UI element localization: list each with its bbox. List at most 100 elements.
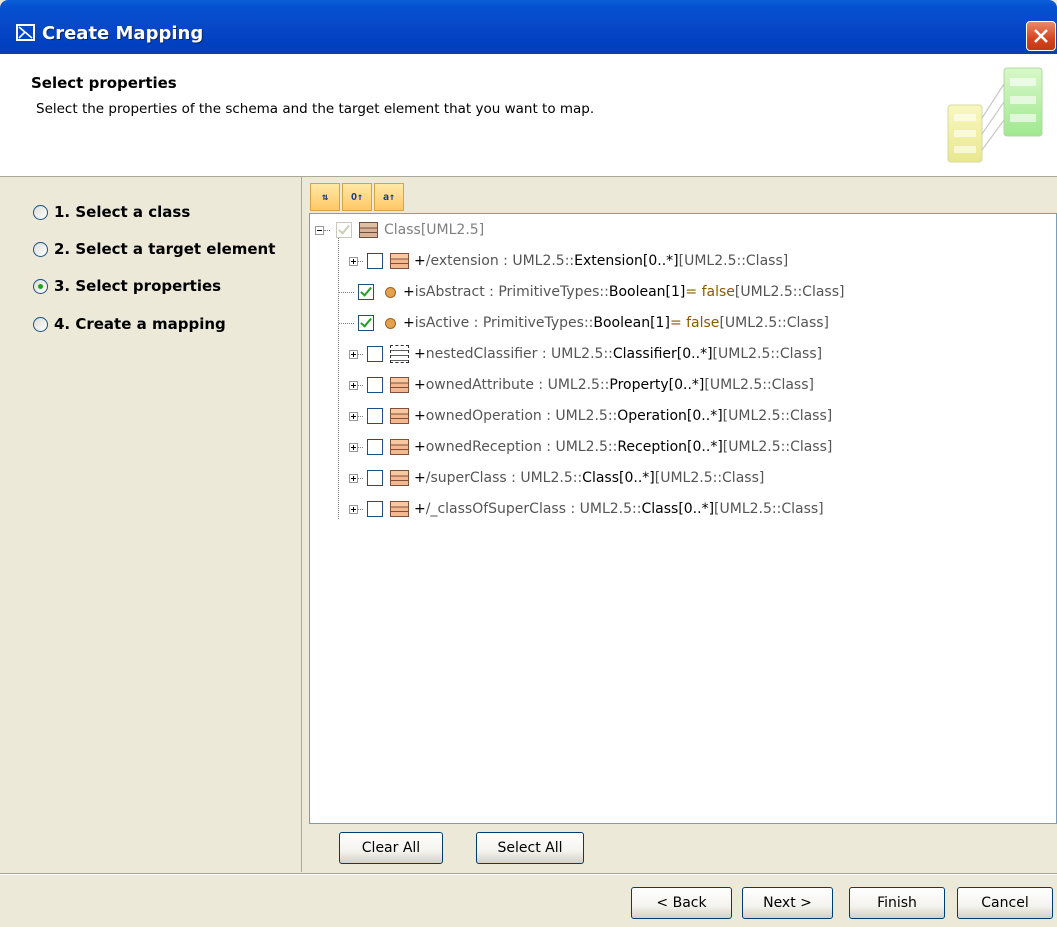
title-bar: Create Mapping	[0, 0, 1057, 54]
panel-divider	[301, 177, 302, 872]
property-multiplicity: [1]	[650, 315, 670, 331]
step-create-mapping[interactable]: 4. Create a mapping	[33, 313, 226, 335]
step-select-class[interactable]: 1. Select a class	[33, 201, 190, 223]
radio-icon	[33, 316, 48, 332]
property-type-prefix: UML2.5::	[555, 439, 618, 455]
item-checkbox[interactable]	[358, 284, 374, 300]
back-button[interactable]: < Back	[631, 887, 732, 919]
property-name: ownedAttribute	[425, 377, 534, 393]
class-icon	[390, 439, 409, 455]
property-multiplicity: [1]	[665, 284, 686, 300]
root-checkbox	[336, 222, 352, 238]
expand-icon[interactable]	[349, 349, 358, 359]
item-checkbox[interactable]	[367, 470, 383, 486]
property-owner: [UML2.5::Class]	[722, 439, 833, 455]
tree-row[interactable]: + ownedOperation : UML2.5:: Operation [0..…	[344, 404, 832, 428]
property-tree[interactable]: Class [UML2.5] +/extension : UML2.5:: Ext…	[309, 213, 1057, 824]
expand-icon[interactable]	[349, 411, 358, 421]
property-owner: [UML2.5::Class]	[714, 501, 824, 517]
item-checkbox[interactable]	[367, 377, 383, 393]
property-name: /extension	[425, 253, 499, 269]
property-owner: [UML2.5::Class]	[722, 408, 833, 424]
property-type: Boolean	[593, 315, 651, 331]
select-all-button[interactable]: Select All	[476, 832, 584, 864]
wizard-header: Select properties Select the properties …	[0, 54, 1057, 177]
finish-button[interactable]: Finish	[849, 887, 945, 919]
class-icon	[390, 253, 409, 269]
expand-icon[interactable]	[349, 256, 358, 266]
expand-icon[interactable]	[349, 504, 358, 514]
tree-row[interactable]: + isAbstract : PrimitiveTypes:: Boolean [1…	[339, 280, 844, 304]
sort-button[interactable]: ⇅	[310, 183, 340, 211]
property-name: isActive	[414, 315, 470, 331]
property-type: Operation	[617, 408, 687, 424]
property-owner: [UML2.5::Class]	[712, 346, 823, 362]
show-operations-button[interactable]: O↑	[342, 183, 372, 211]
property-name: isAbstract	[414, 284, 485, 300]
step-label: 2. Select a target element	[54, 240, 276, 258]
window-title: Create Mapping	[42, 23, 204, 44]
class-icon	[390, 501, 409, 517]
sort-icon: ⇅	[321, 191, 329, 203]
property-owner: [UML2.5::Class]	[654, 470, 765, 486]
show-inherited-button[interactable]: a↑	[374, 183, 404, 211]
step-select-target[interactable]: 2. Select a target element	[33, 238, 275, 260]
property-multiplicity: [0..*]	[676, 346, 713, 362]
next-button[interactable]: Next >	[742, 887, 833, 919]
property-multiplicity: [0..*]	[668, 377, 705, 393]
property-owner: [UML2.5::Class]	[678, 253, 789, 269]
property-name: /_classOfSuperClass	[425, 501, 567, 517]
step-label: 3. Select properties	[54, 277, 222, 295]
radio-selected-icon	[33, 278, 48, 294]
property-type-prefix: UML2.5::	[555, 408, 618, 424]
radio-icon	[33, 241, 48, 257]
close-button[interactable]	[1026, 21, 1056, 51]
show-operations-icon: O↑	[350, 191, 364, 203]
collapse-icon[interactable]	[315, 225, 324, 235]
property-type: Class	[582, 470, 620, 486]
radio-icon	[33, 204, 48, 220]
property-multiplicity: [0..*]	[678, 501, 715, 517]
class-icon	[359, 222, 378, 238]
property-multiplicity: [0..*]	[619, 470, 655, 486]
property-type: Classifier	[612, 346, 677, 362]
item-checkbox[interactable]	[367, 408, 383, 424]
property-type-prefix: UML2.5::	[579, 501, 642, 517]
property-name: nestedClassifier	[425, 346, 538, 362]
class-icon	[390, 408, 409, 424]
property-name: /superClass	[425, 470, 507, 486]
clear-all-button[interactable]: Clear All	[339, 832, 443, 864]
property-dot-icon	[385, 317, 396, 329]
expand-icon[interactable]	[349, 380, 358, 390]
property-default: = false	[685, 284, 735, 300]
property-type: Property	[609, 377, 669, 393]
wizard-steps: 1. Select a class 2. Select a target ele…	[0, 177, 300, 872]
page-description: Select the properties of the schema and …	[36, 101, 595, 117]
item-checkbox[interactable]	[367, 346, 383, 362]
tree-row[interactable]: +/_classOfSuperClass : UML2.5:: Class [0.…	[344, 497, 824, 521]
item-checkbox[interactable]	[367, 439, 383, 455]
item-checkbox[interactable]	[367, 253, 383, 269]
class-icon	[390, 470, 409, 486]
property-type-prefix: UML2.5::	[551, 346, 613, 362]
property-type-prefix: PrimitiveTypes::	[498, 284, 609, 300]
tree-row[interactable]: + isActive : PrimitiveTypes:: Boolean [1] …	[339, 311, 829, 335]
mapping-graphic-icon	[947, 67, 1043, 163]
root-label: Class	[384, 222, 421, 238]
property-type: Extension	[574, 253, 643, 269]
tree-row[interactable]: + ownedAttribute : UML2.5:: Property [0..*…	[344, 373, 814, 397]
tree-root-row[interactable]: Class [UML2.5]	[315, 218, 484, 242]
item-checkbox[interactable]	[367, 501, 383, 517]
property-default: = false	[669, 315, 720, 331]
expand-icon[interactable]	[349, 473, 358, 483]
step-select-properties[interactable]: 3. Select properties	[33, 275, 221, 297]
tree-row[interactable]: + ownedReception : UML2.5:: Reception [0..…	[344, 435, 832, 459]
tree-row[interactable]: + nestedClassifier : UML2.5:: Classifier […	[344, 342, 822, 366]
expand-icon[interactable]	[349, 442, 358, 452]
property-type-prefix: UML2.5::	[547, 377, 610, 393]
item-checkbox[interactable]	[358, 315, 374, 331]
tree-row[interactable]: +/superClass : UML2.5:: Class [0..*] [UML…	[344, 466, 764, 490]
cancel-button[interactable]: Cancel	[957, 887, 1053, 919]
tree-row[interactable]: +/extension : UML2.5:: Extension [0..*] […	[344, 249, 788, 273]
property-owner: [UML2.5::Class]	[734, 284, 845, 300]
